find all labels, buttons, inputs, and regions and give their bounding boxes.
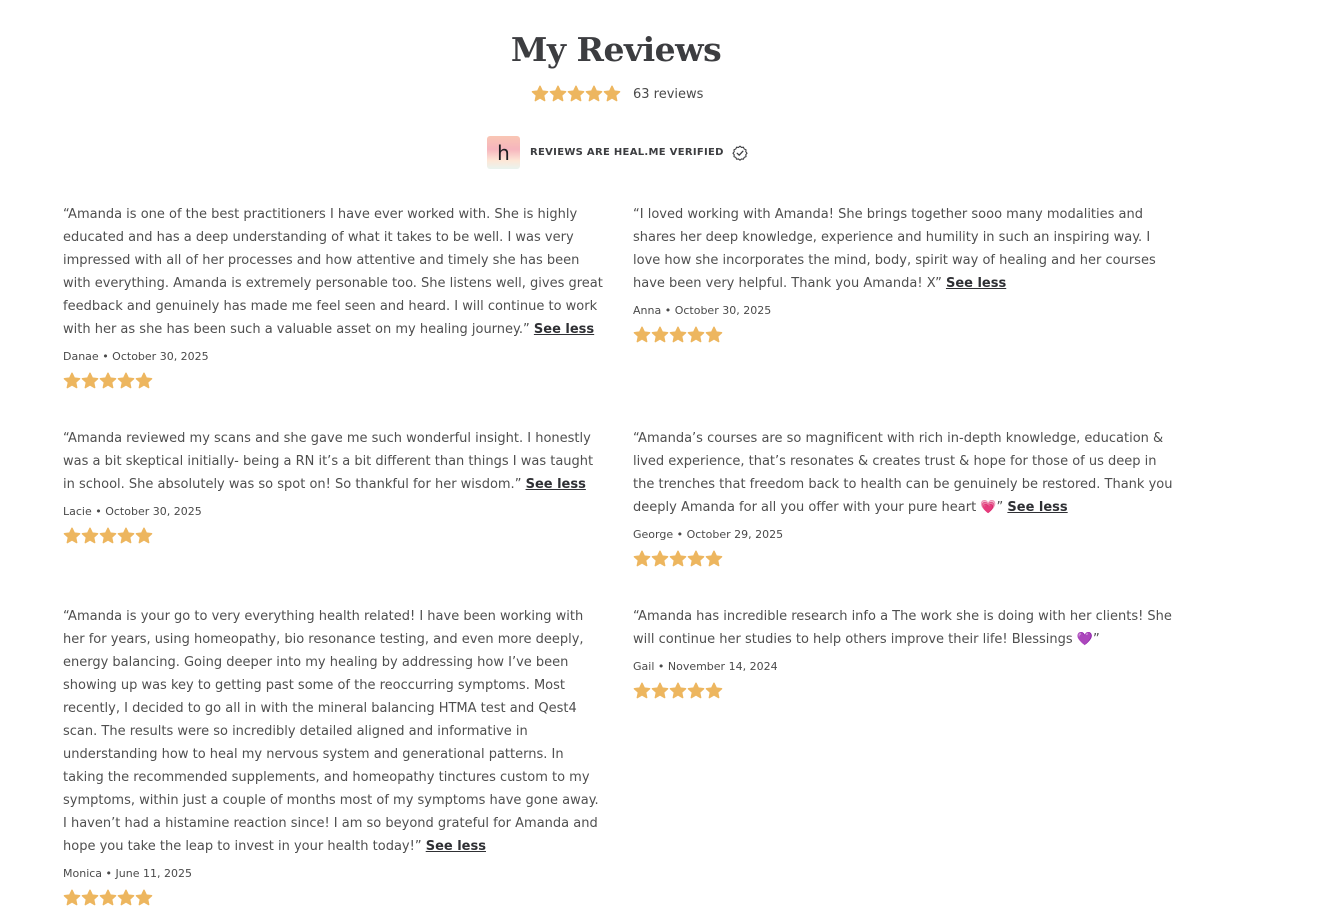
star-icon [135, 527, 153, 545]
star-icon [705, 326, 723, 344]
see-less-link[interactable]: See less [1007, 500, 1067, 515]
star-icon [585, 85, 603, 103]
star-icon [669, 326, 687, 344]
review-meta: Anna • October 30, 2025 [633, 304, 772, 317]
review-text: “Amanda is your go to very everything he… [63, 605, 603, 858]
review-stars [633, 682, 1173, 700]
review-text: “Amanda’s courses are so magnificent wit… [633, 427, 1173, 519]
page-title: My Reviews [510, 30, 722, 69]
star-icon [135, 372, 153, 390]
star-icon [117, 372, 135, 390]
star-icon [651, 550, 669, 568]
healme-logo: h [487, 136, 520, 169]
verified-label: REVIEWS ARE HEAL.ME VERIFIED [530, 147, 724, 158]
review-card: “Amanda has incredible research info a T… [633, 605, 1173, 700]
star-icon [99, 889, 117, 907]
review-body: “Amanda reviewed my scans and she gave m… [63, 431, 594, 492]
review-body: “Amanda’s courses are so magnificent wit… [633, 431, 1173, 515]
star-icon [81, 889, 99, 907]
review-stars [63, 889, 603, 907]
review-text: “I loved working with Amanda! She brings… [633, 203, 1173, 295]
star-icon [117, 889, 135, 907]
star-icon [99, 527, 117, 545]
review-stars [63, 372, 603, 390]
star-icon [669, 550, 687, 568]
healme-logo-letter: h [497, 140, 510, 165]
star-icon [135, 889, 153, 907]
check-circle-icon [732, 144, 748, 161]
review-count: 63 reviews [633, 86, 704, 102]
review-stars [63, 527, 603, 545]
review-meta: Gail • November 14, 2024 [633, 660, 778, 673]
review-text: “Amanda is one of the best practitioners… [63, 203, 603, 341]
star-icon [687, 326, 705, 344]
star-icon [651, 326, 669, 344]
review-text: “Amanda has incredible research info a T… [633, 605, 1173, 651]
review-text: “Amanda reviewed my scans and she gave m… [63, 427, 603, 496]
star-icon [603, 85, 621, 103]
review-card: “Amanda is one of the best practitioners… [63, 203, 603, 390]
review-meta: Lacie • October 30, 2025 [63, 505, 202, 518]
review-meta: Monica • June 11, 2025 [63, 867, 192, 880]
star-icon [531, 85, 549, 103]
review-meta: Danae • October 30, 2025 [63, 350, 209, 363]
see-less-link[interactable]: See less [426, 839, 486, 854]
review-body: “Amanda is your go to very everything he… [63, 609, 599, 854]
see-less-link[interactable]: See less [526, 477, 586, 492]
rating-summary: 63 reviews [531, 84, 703, 104]
review-stars [633, 550, 1173, 568]
review-card: “Amanda is your go to very everything he… [63, 605, 603, 907]
star-icon [687, 550, 705, 568]
review-meta: George • October 29, 2025 [633, 528, 784, 541]
star-icon [99, 372, 117, 390]
star-icon [63, 889, 81, 907]
review-body: “Amanda has incredible research info a T… [633, 609, 1172, 647]
review-card: “Amanda’s courses are so magnificent wit… [633, 427, 1173, 568]
star-icon [633, 326, 651, 344]
star-icon [705, 682, 723, 700]
star-icon [549, 85, 567, 103]
star-icon [63, 527, 81, 545]
review-body: “Amanda is one of the best practitioners… [63, 207, 603, 337]
star-icon [117, 527, 135, 545]
star-icon [669, 682, 687, 700]
review-body: “I loved working with Amanda! She brings… [633, 207, 1156, 291]
see-less-link[interactable]: See less [534, 322, 594, 337]
review-card: “I loved working with Amanda! She brings… [633, 203, 1173, 344]
see-less-link[interactable]: See less [946, 276, 1006, 291]
review-stars [633, 326, 1173, 344]
star-icon [633, 682, 651, 700]
star-icon [633, 550, 651, 568]
star-icon [651, 682, 669, 700]
star-icon [567, 85, 585, 103]
star-icon [81, 527, 99, 545]
star-icon [63, 372, 81, 390]
review-card: “Amanda reviewed my scans and she gave m… [63, 427, 603, 545]
verified-badge: h REVIEWS ARE HEAL.ME VERIFIED [487, 136, 748, 169]
rating-stars [531, 85, 621, 103]
star-icon [687, 682, 705, 700]
star-icon [81, 372, 99, 390]
star-icon [705, 550, 723, 568]
